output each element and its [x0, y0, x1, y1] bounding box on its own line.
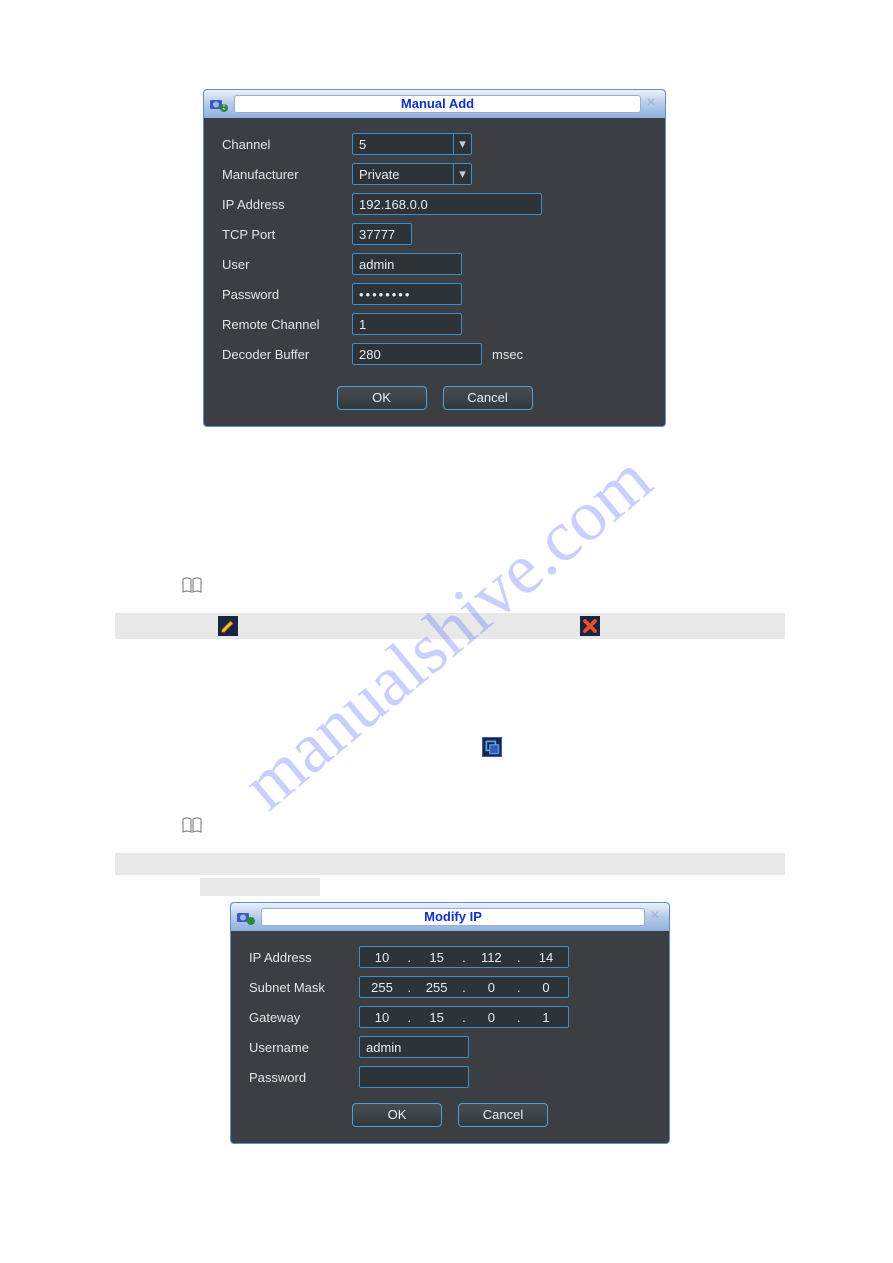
titlebar: Modify IP ×: [231, 903, 669, 931]
mask-oct-2[interactable]: [419, 980, 455, 995]
ip-oct-3[interactable]: [473, 950, 509, 965]
toolbar-row: [115, 613, 785, 639]
gateway-label: Gateway: [249, 1010, 359, 1025]
close-icon[interactable]: ×: [643, 96, 659, 112]
channel-label: Channel: [222, 137, 352, 152]
titlebar: Manual Add ×: [204, 90, 665, 118]
cancel-button[interactable]: Cancel: [458, 1103, 548, 1127]
dialog-body: IP Address . . . Subnet Mask . . .: [231, 931, 669, 1143]
decoder-buffer-label: Decoder Buffer: [222, 347, 352, 362]
password-input[interactable]: [359, 1066, 469, 1088]
channel-select[interactable]: 5 ▾: [352, 133, 472, 155]
manual-add-dialog: Manual Add × Channel 5 ▾ Manufacturer Pr…: [203, 89, 666, 427]
gw-oct-1[interactable]: [364, 1010, 400, 1025]
mask-input[interactable]: . . .: [359, 976, 569, 998]
gw-oct-4[interactable]: [528, 1010, 564, 1025]
ip-input[interactable]: . . .: [359, 946, 569, 968]
username-label: Username: [249, 1040, 359, 1055]
remote-channel-label: Remote Channel: [222, 317, 352, 332]
decoder-suffix: msec: [492, 347, 523, 362]
camera-icon: [235, 907, 255, 927]
dialog-title: Manual Add: [234, 95, 641, 113]
camera-icon: [208, 94, 228, 114]
edit-icon[interactable]: [218, 616, 238, 636]
user-input[interactable]: [352, 253, 462, 275]
modify-ip-icon[interactable]: [482, 737, 502, 757]
password-input[interactable]: [352, 283, 462, 305]
gray-row: [200, 878, 320, 896]
decoder-buffer-input[interactable]: [352, 343, 482, 365]
gw-oct-3[interactable]: [473, 1010, 509, 1025]
book-icon: [181, 576, 203, 594]
ok-button[interactable]: OK: [337, 386, 427, 410]
ok-button[interactable]: OK: [352, 1103, 442, 1127]
ip-oct-1[interactable]: [364, 950, 400, 965]
gateway-input[interactable]: . . .: [359, 1006, 569, 1028]
mask-oct-1[interactable]: [364, 980, 400, 995]
manufacturer-label: Manufacturer: [222, 167, 352, 182]
ip-label: IP Address: [222, 197, 352, 212]
ip-label: IP Address: [249, 950, 359, 965]
ip-oct-2[interactable]: [419, 950, 455, 965]
mask-label: Subnet Mask: [249, 980, 359, 995]
chevron-down-icon: ▾: [453, 134, 471, 154]
close-icon[interactable]: ×: [647, 909, 663, 925]
ip-oct-4[interactable]: [528, 950, 564, 965]
password-label: Password: [249, 1070, 359, 1085]
mask-oct-3[interactable]: [473, 980, 509, 995]
dialog-body: Channel 5 ▾ Manufacturer Private ▾ IP Ad…: [204, 118, 665, 426]
manufacturer-select[interactable]: Private ▾: [352, 163, 472, 185]
password-label: Password: [222, 287, 352, 302]
username-input[interactable]: [359, 1036, 469, 1058]
user-label: User: [222, 257, 352, 272]
manufacturer-value: Private: [359, 167, 399, 182]
channel-value: 5: [359, 137, 366, 152]
book-icon: [181, 816, 203, 834]
gray-row: [115, 853, 785, 875]
dialog-title: Modify IP: [261, 908, 645, 926]
remote-channel-input[interactable]: [352, 313, 462, 335]
delete-icon[interactable]: [580, 616, 600, 636]
tcp-label: TCP Port: [222, 227, 352, 242]
ip-input[interactable]: [352, 193, 542, 215]
mask-oct-4[interactable]: [528, 980, 564, 995]
tcp-input[interactable]: [352, 223, 412, 245]
modify-ip-dialog: Modify IP × IP Address . . . Subnet Mask…: [230, 902, 670, 1144]
chevron-down-icon: ▾: [453, 164, 471, 184]
cancel-button[interactable]: Cancel: [443, 386, 533, 410]
gw-oct-2[interactable]: [419, 1010, 455, 1025]
